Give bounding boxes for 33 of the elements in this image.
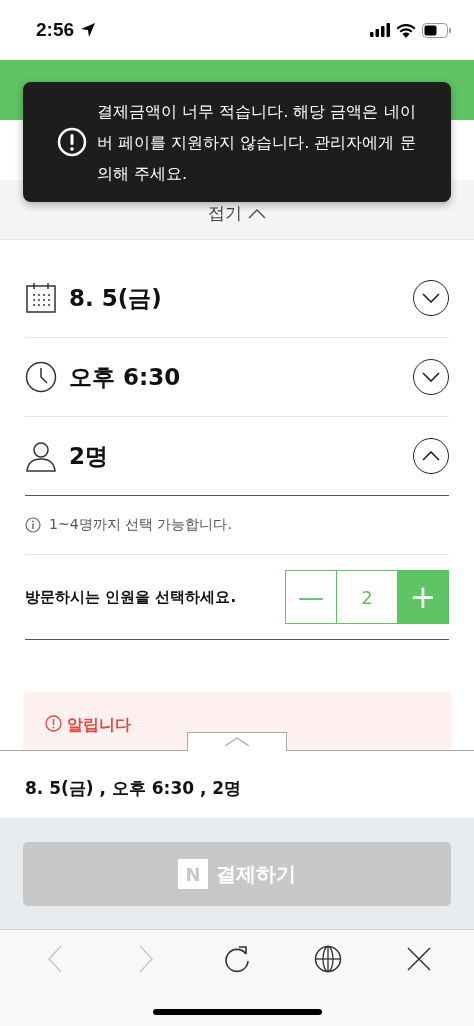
plus-button[interactable]: + [398,571,448,623]
signal-icon [370,23,390,37]
chevron-left-icon [47,945,64,973]
globe-icon [313,945,342,973]
option-value: 2명 [69,441,108,471]
status-time: 2:56 [36,19,75,41]
alert-icon [45,715,62,732]
option-value: 8. 5(금) [69,283,162,313]
chevron-up-icon [248,208,266,219]
stepper-label: 방문하시는 인원을 선택하세요. [25,587,238,607]
person-icon [25,440,57,472]
calendar-icon [25,282,57,314]
selection-summary: 8. 5(금) , 오후 6:30 , 2명 [25,777,242,800]
battery-icon [422,22,452,38]
chevron-up-icon [224,737,250,747]
option-value: 오후 6:30 [69,362,181,392]
info-text: 1~4명까지 선택 가능합니다. [49,516,232,534]
reload-icon [223,945,251,973]
chevron-right-icon [138,945,155,973]
toast-message: 결제금액이 너무 적습니다. 해당 금액은 네이버 페이를 지원하지 않습니다. 관리자에게 문의해 주세요. [97,100,417,185]
collapse-button[interactable]: 접기 [208,202,266,225]
wifi-icon [396,22,416,38]
sheet-handle[interactable] [187,732,287,751]
chevron-up-icon [422,451,440,461]
close-icon [406,947,431,971]
location-arrow-icon [80,22,97,38]
chevron-down-icon [422,372,440,382]
notice-title: 알립니다 [67,715,131,736]
clock-icon [25,361,57,393]
minus-button[interactable]: — [286,571,336,623]
alert-icon [57,127,87,157]
chevron-down-icon [422,293,440,303]
info-icon [25,517,41,533]
